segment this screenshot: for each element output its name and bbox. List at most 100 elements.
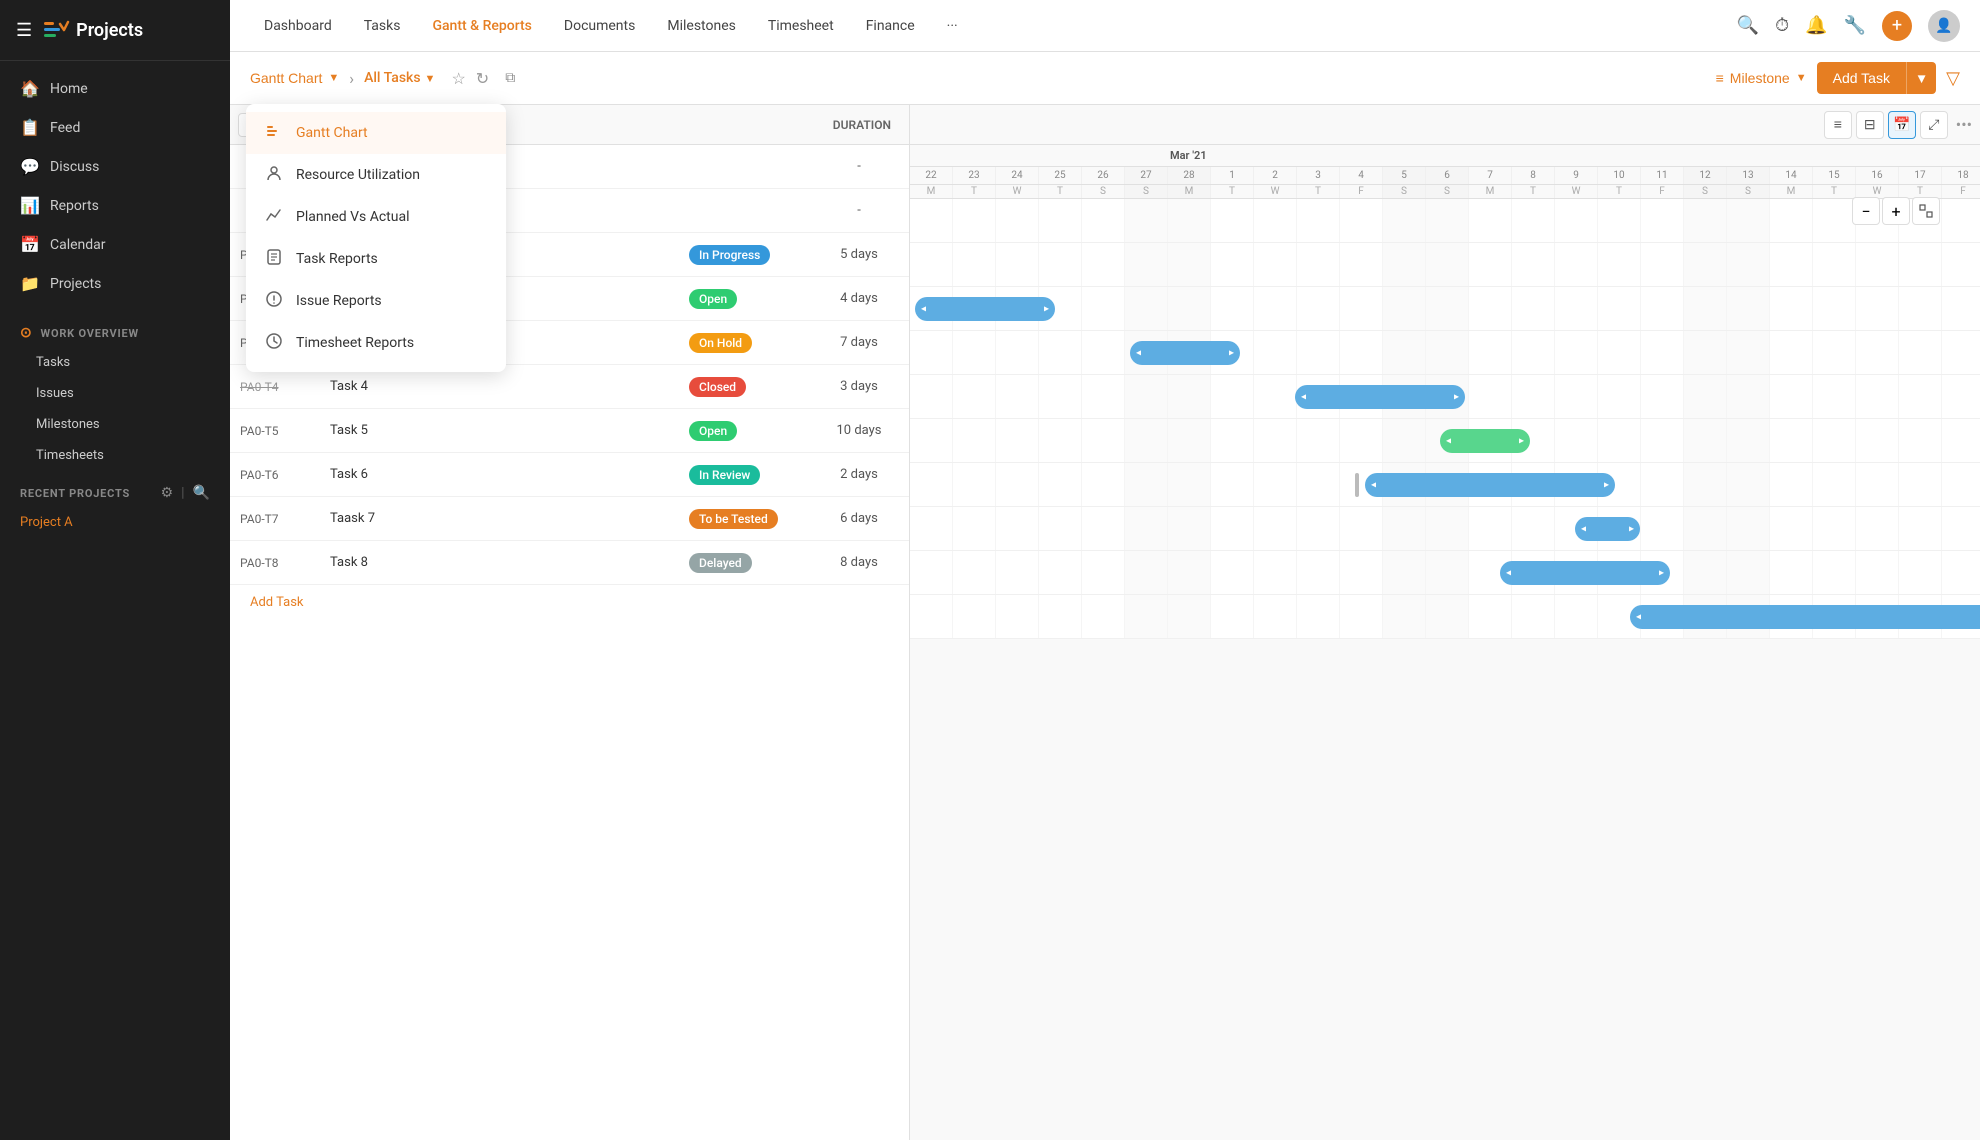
day-letter: T bbox=[1813, 185, 1856, 198]
zoom-in-button[interactable]: + bbox=[1882, 197, 1910, 225]
dropdown-gantt-chart[interactable]: Gantt Chart bbox=[246, 112, 506, 154]
gantt-bar[interactable]: ◂▸ bbox=[1365, 473, 1615, 497]
sidebar-item-label: Discuss bbox=[50, 159, 99, 175]
nav-item-milestones[interactable]: Milestones bbox=[653, 12, 750, 40]
milestone-icon: ≡ bbox=[1716, 70, 1724, 86]
day-number: 14 bbox=[1770, 167, 1813, 184]
toolbar: Gantt Chart ▼ › All Tasks ▼ ☆ ↻ ⧉ ≡ Mile… bbox=[230, 52, 1980, 105]
recent-search-icon[interactable]: 🔍 bbox=[193, 485, 210, 501]
nav-item-gantt-reports[interactable]: Gantt & Reports bbox=[418, 12, 545, 40]
add-task-link[interactable]: Add Task bbox=[230, 585, 909, 620]
app-logo: Projects bbox=[42, 16, 143, 44]
dropdown-task-reports[interactable]: Task Reports bbox=[246, 238, 506, 280]
nav-item-finance[interactable]: Finance bbox=[852, 12, 929, 40]
dropdown-item-label: Issue Reports bbox=[296, 293, 382, 309]
day-letter: F bbox=[1340, 185, 1383, 198]
gantt-ctrl-calendar[interactable]: 📅 bbox=[1888, 111, 1916, 139]
day-number: 17 bbox=[1899, 167, 1942, 184]
day-number: 18 bbox=[1942, 167, 1980, 184]
add-task-button[interactable]: Add Task bbox=[1817, 62, 1906, 94]
gantt-fit-button[interactable] bbox=[1912, 197, 1940, 225]
resize-handle[interactable] bbox=[1355, 473, 1359, 497]
filter-button[interactable]: ▽ bbox=[1946, 68, 1960, 89]
gantt-bar[interactable]: ◂▸ bbox=[1630, 605, 1980, 629]
day-letter: M bbox=[910, 185, 953, 198]
sidebar-item-label: Home bbox=[50, 81, 88, 97]
zoom-controls: − + bbox=[1852, 197, 1940, 225]
day-letter: T bbox=[1598, 185, 1641, 198]
day-number: 16 bbox=[1856, 167, 1899, 184]
day-number: 12 bbox=[1684, 167, 1727, 184]
dropdown-resource-utilization[interactable]: Resource Utilization bbox=[246, 154, 506, 196]
day-number: 4 bbox=[1340, 167, 1383, 184]
clock-icon[interactable]: ⏱ bbox=[1775, 15, 1789, 36]
gantt-bar[interactable]: ◂▸ bbox=[915, 297, 1055, 321]
day-letter: S bbox=[1426, 185, 1469, 198]
day-number: 15 bbox=[1813, 167, 1856, 184]
sidebar-item-project-a[interactable]: Project A bbox=[0, 507, 230, 538]
recent-settings-icon[interactable]: ⚙ bbox=[161, 485, 174, 501]
nav-item-tasks[interactable]: Tasks bbox=[350, 12, 415, 40]
sidebar-item-calendar[interactable]: 📅 Calendar bbox=[0, 225, 230, 264]
sidebar-item-home[interactable]: 🏠 Home bbox=[0, 69, 230, 108]
sidebar-item-label: Feed bbox=[50, 120, 80, 136]
sidebar-item-milestones[interactable]: Milestones bbox=[0, 409, 230, 440]
task-name[interactable]: Task 8 bbox=[320, 555, 679, 570]
hamburger-icon[interactable]: ☰ bbox=[16, 20, 32, 41]
sidebar-item-projects[interactable]: 📁 Projects bbox=[0, 264, 230, 303]
gantt-bar[interactable]: ◂▸ bbox=[1440, 429, 1530, 453]
bell-icon[interactable]: 🔔 bbox=[1805, 15, 1827, 36]
task-id: PA0-T8 bbox=[230, 556, 320, 570]
gantt-bar[interactable]: ◂▸ bbox=[1575, 517, 1640, 541]
gantt-bar[interactable]: ◂▸ bbox=[1500, 561, 1670, 585]
star-icon[interactable]: ☆ bbox=[451, 69, 465, 88]
day-letter: S bbox=[1383, 185, 1426, 198]
refresh-icon[interactable]: ↻ bbox=[476, 69, 489, 88]
sidebar-item-discuss[interactable]: 💬 Discuss bbox=[0, 147, 230, 186]
gantt-chart-button[interactable]: Gantt Chart ▼ bbox=[250, 70, 339, 86]
dropdown-item-label: Task Reports bbox=[296, 251, 378, 267]
plus-button[interactable]: + bbox=[1882, 11, 1912, 41]
sidebar-header: ☰ Projects bbox=[0, 0, 230, 61]
gantt-more-icon[interactable]: ••• bbox=[1956, 115, 1972, 134]
day-number: 25 bbox=[1039, 167, 1082, 184]
sidebar-item-timesheets[interactable]: Timesheets bbox=[0, 440, 230, 471]
avatar[interactable]: 👤 bbox=[1928, 10, 1960, 42]
dropdown-timesheet-reports[interactable]: Timesheet Reports bbox=[246, 322, 506, 364]
copy-icon[interactable]: ⧉ bbox=[505, 70, 515, 86]
gantt-chart-panel: ≡ ⊟ 📅 ⤢ ••• Mar '21 22232425262728123456… bbox=[910, 105, 1980, 1140]
gantt-scroll[interactable]: Mar '21 22232425262728123456789101112131… bbox=[910, 145, 1980, 639]
gantt-row bbox=[910, 199, 1980, 243]
dropdown-item-label: Gantt Chart bbox=[296, 125, 368, 141]
task-name[interactable]: Taask 7 bbox=[320, 511, 679, 526]
sidebar-item-reports[interactable]: 📊 Reports bbox=[0, 186, 230, 225]
gantt-ctrl-list[interactable]: ≡ bbox=[1824, 111, 1852, 139]
wrench-icon[interactable]: 🔧 bbox=[1844, 15, 1866, 36]
task-name[interactable]: Task 4 bbox=[320, 379, 679, 394]
nav-item-documents[interactable]: Documents bbox=[550, 12, 649, 40]
zoom-out-button[interactable]: − bbox=[1852, 197, 1880, 225]
sidebar-item-issues[interactable]: Issues bbox=[0, 378, 230, 409]
dropdown-planned-vs-actual[interactable]: Planned Vs Actual bbox=[246, 196, 506, 238]
gantt-ctrl-grid[interactable]: ⊟ bbox=[1856, 111, 1884, 139]
all-tasks-button[interactable]: All Tasks ▼ bbox=[364, 70, 435, 86]
reports-icon: 📊 bbox=[20, 196, 40, 215]
gantt-ctrl-expand[interactable]: ⤢ bbox=[1920, 111, 1948, 139]
sidebar-item-label: Calendar bbox=[50, 237, 106, 253]
add-task-dropdown-button[interactable]: ▼ bbox=[1906, 62, 1936, 94]
nav-item-more[interactable]: ··· bbox=[933, 12, 972, 40]
dropdown-issue-reports[interactable]: Issue Reports bbox=[246, 280, 506, 322]
day-letters-header: MTWTSSMTWTFSSMTWTFSSMTWTFSSMTW bbox=[910, 185, 1980, 199]
day-letter: T bbox=[1211, 185, 1254, 198]
status-badge: On Hold bbox=[689, 333, 752, 353]
task-name[interactable]: Task 6 bbox=[320, 467, 679, 482]
nav-item-timesheet[interactable]: Timesheet bbox=[754, 12, 848, 40]
gantt-bar[interactable]: ◂▸ bbox=[1295, 385, 1465, 409]
task-name[interactable]: Task 5 bbox=[320, 423, 679, 438]
milestone-button[interactable]: ≡ Milestone ▼ bbox=[1716, 70, 1807, 86]
search-icon[interactable]: 🔍 bbox=[1737, 15, 1759, 36]
nav-item-dashboard[interactable]: Dashboard bbox=[250, 12, 346, 40]
sidebar-item-feed[interactable]: 📋 Feed bbox=[0, 108, 230, 147]
gantt-bar[interactable]: ◂▸ bbox=[1130, 341, 1240, 365]
sidebar-item-tasks[interactable]: Tasks bbox=[0, 347, 230, 378]
